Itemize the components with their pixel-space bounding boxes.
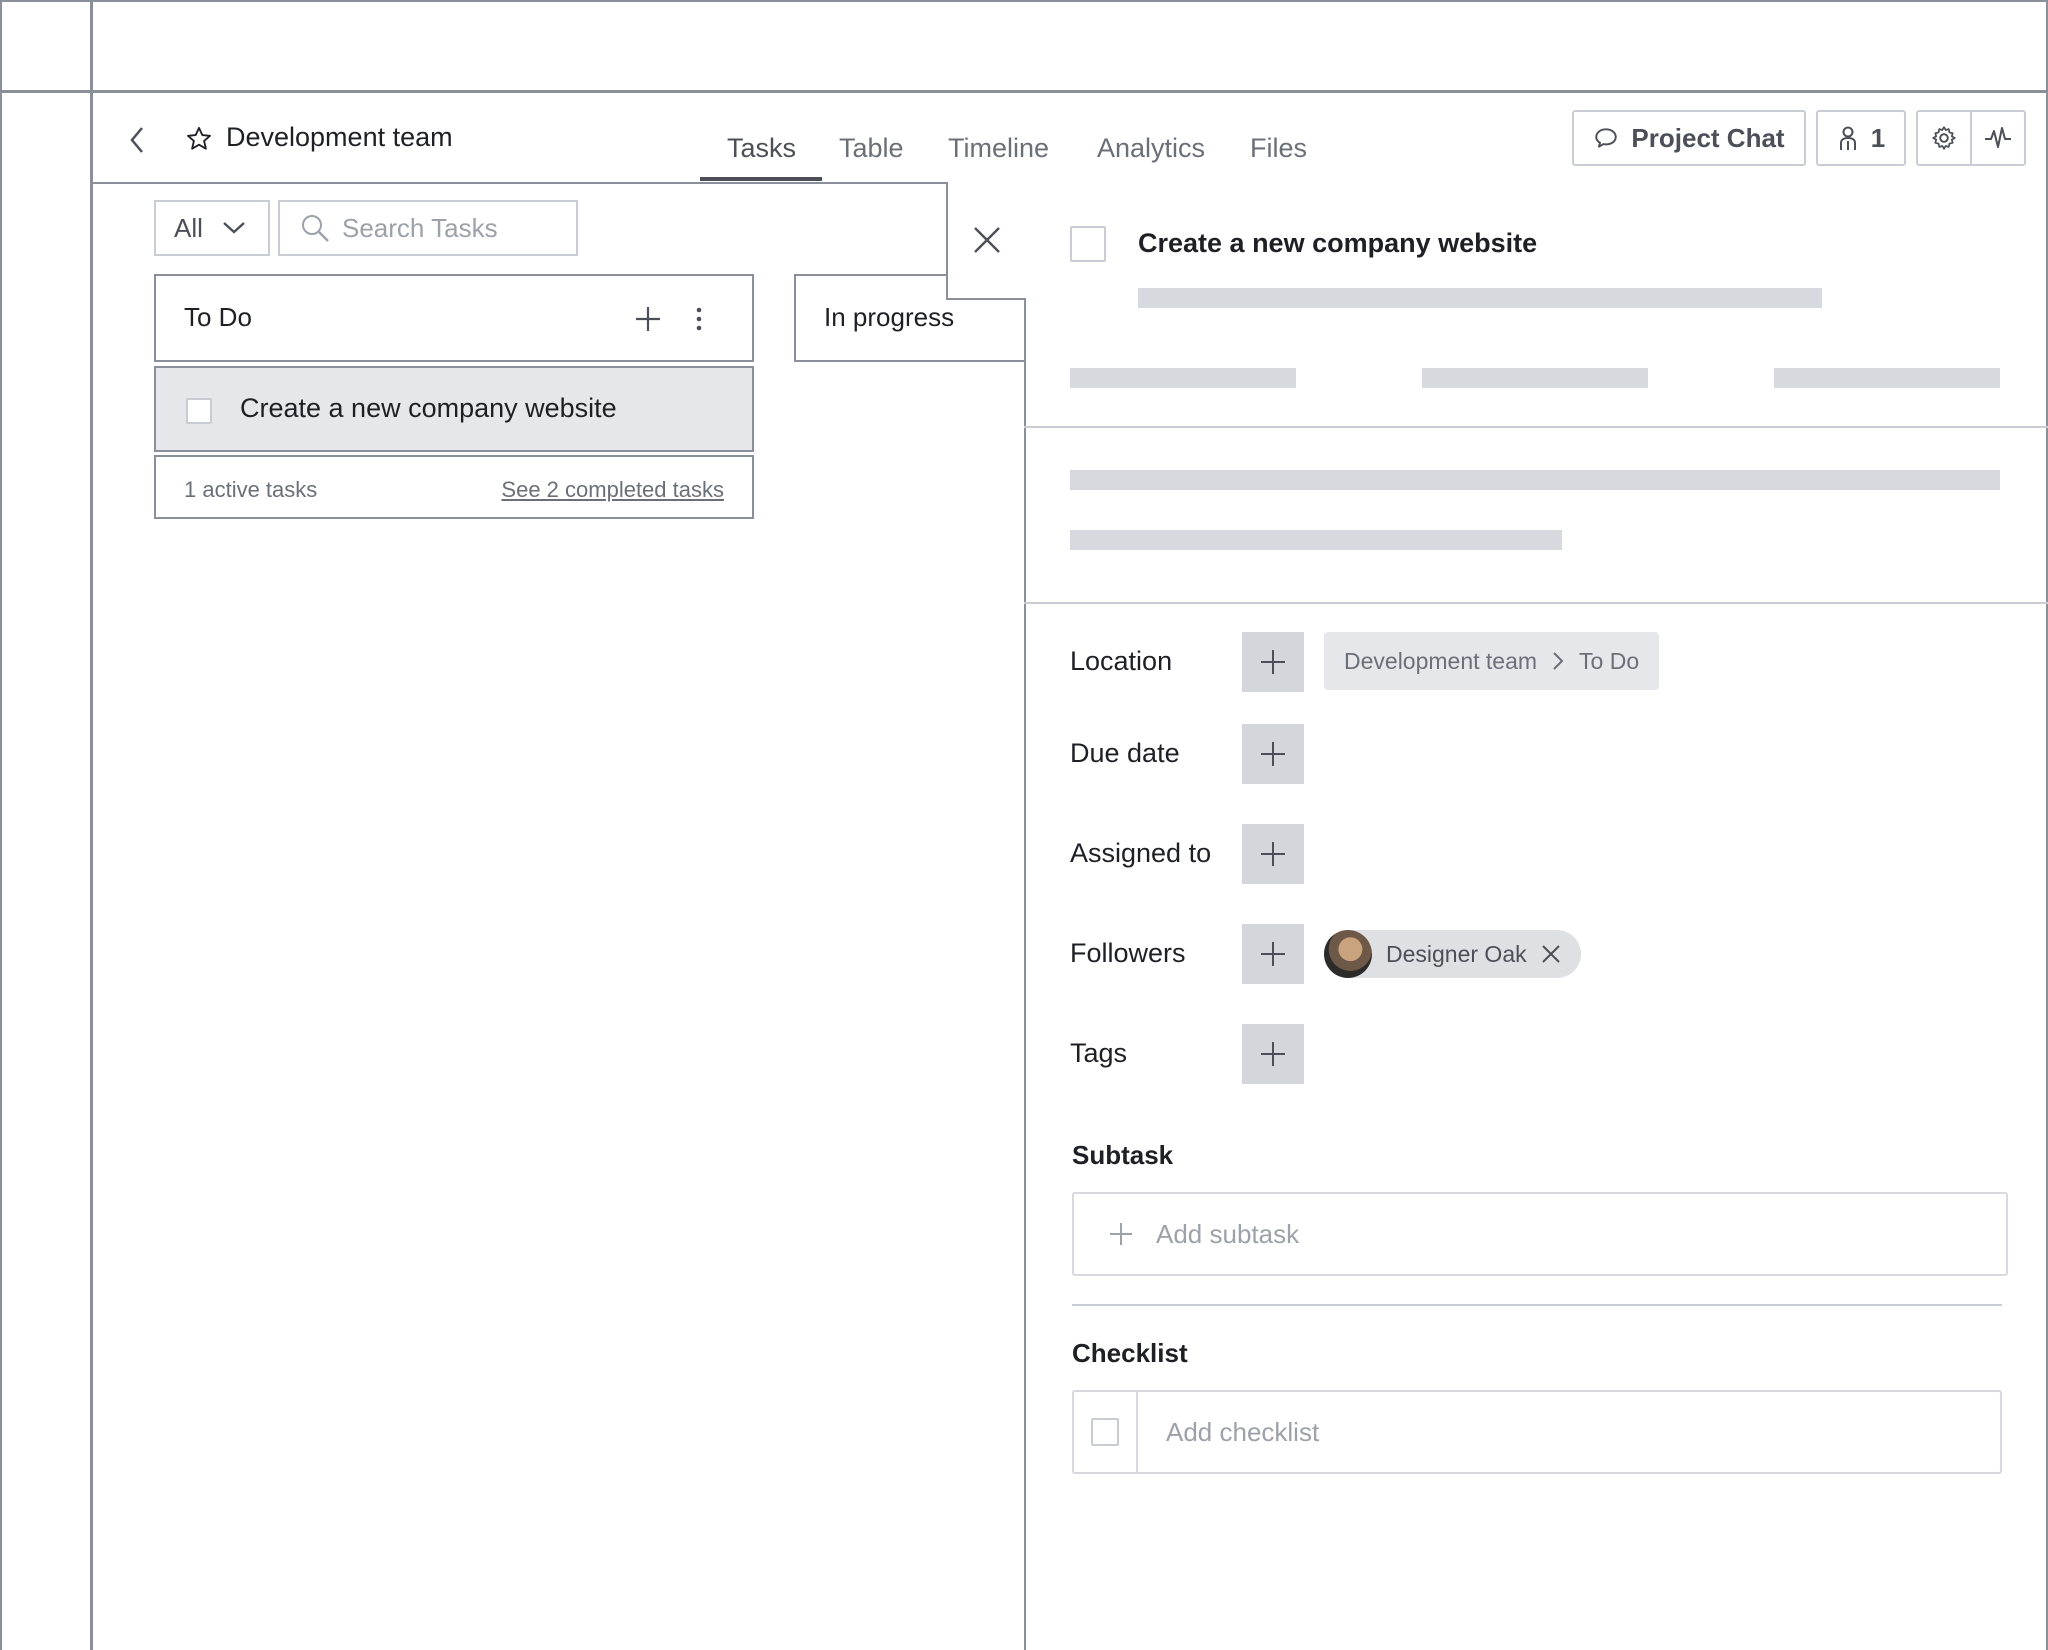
tab-timeline[interactable]: Timeline: [948, 133, 1049, 164]
active-tab-indicator: [700, 177, 822, 181]
search-icon: [302, 215, 329, 242]
add-tag-button[interactable]: [1242, 1024, 1304, 1084]
topbar-divider: [0, 90, 2048, 93]
checklist-checkbox-cell: [1074, 1392, 1138, 1472]
task-checkbox[interactable]: [186, 398, 212, 424]
add-checklist-placeholder: Add checklist: [1166, 1416, 1320, 1447]
tab-files[interactable]: Files: [1250, 133, 1307, 164]
skeleton-placeholder: [1422, 368, 1648, 388]
add-subtask-placeholder: Add subtask: [1156, 1218, 1300, 1249]
tab-analytics[interactable]: Analytics: [1097, 133, 1205, 164]
field-label-assigned-to: Assigned to: [1070, 838, 1212, 868]
column-menu-button[interactable]: [692, 304, 706, 334]
person-icon: [1839, 126, 1856, 150]
skeleton-placeholder: [1070, 530, 1562, 550]
members-count: 1: [1870, 122, 1886, 153]
location-breadcrumb[interactable]: Development team To Do: [1324, 632, 1660, 690]
plus-icon: [1261, 842, 1285, 866]
plus-icon: [636, 307, 660, 331]
panel-divider: [1024, 426, 2048, 428]
field-label-location: Location: [1070, 646, 1173, 676]
favorite-star-button[interactable]: [185, 125, 213, 153]
section-divider: [1072, 1304, 2002, 1306]
frame-left-border: [0, 0, 2, 1650]
close-icon: [1541, 945, 1560, 963]
chevron-left-icon: [130, 127, 143, 153]
column-title: To Do: [184, 302, 252, 332]
tab-tasks[interactable]: Tasks: [727, 133, 796, 164]
project-chat-button[interactable]: Project Chat: [1572, 110, 1806, 166]
frame-top-border: [0, 0, 2048, 2]
task-complete-checkbox[interactable]: [1070, 226, 1106, 262]
active-tasks-count: 1 active tasks: [184, 477, 318, 502]
skeleton-placeholder: [1070, 368, 1296, 388]
add-assignee-button[interactable]: [1242, 824, 1304, 884]
task-card-title: Create a new company website: [240, 393, 617, 423]
skeleton-placeholder: [1138, 288, 1822, 308]
skeleton-placeholder: [1070, 470, 2000, 490]
location-project: Development team: [1344, 647, 1538, 674]
column-footer: 1 active tasks See 2 completed tasks: [154, 455, 754, 519]
plus-icon: [1261, 1042, 1285, 1066]
column-header-todo: To Do: [154, 274, 754, 362]
chevron-down-icon: [223, 222, 245, 234]
add-follower-button[interactable]: [1242, 924, 1304, 984]
plus-icon: [1261, 942, 1285, 966]
checklist-checkbox[interactable]: [1091, 1418, 1119, 1446]
add-location-button[interactable]: [1242, 632, 1304, 692]
back-button[interactable]: [124, 124, 152, 156]
filter-value: All: [174, 212, 203, 243]
plus-icon: [1110, 1223, 1132, 1245]
search-placeholder: Search Tasks: [342, 212, 498, 243]
settings-button[interactable]: [1916, 110, 2026, 166]
activity-button[interactable]: [1972, 112, 2024, 164]
add-task-button[interactable]: [633, 304, 663, 334]
close-icon: [974, 227, 1000, 253]
search-input[interactable]: Search Tasks: [278, 200, 578, 256]
field-label-due-date: Due date: [1070, 738, 1180, 768]
subtask-section-title: Subtask: [1072, 1140, 1174, 1170]
panel-divider: [1024, 602, 2048, 604]
field-label-tags: Tags: [1070, 1038, 1128, 1068]
more-vertical-icon: [696, 307, 702, 331]
column-title: In progress: [824, 302, 955, 332]
gear-icon: [1932, 126, 1956, 150]
project-chat-label: Project Chat: [1631, 122, 1785, 153]
remove-follower-button[interactable]: [1541, 944, 1561, 964]
sidebar-divider: [90, 0, 93, 1650]
add-subtask-input[interactable]: Add subtask: [1072, 1192, 2008, 1276]
follower-name: Designer Oak: [1386, 940, 1527, 967]
members-button[interactable]: 1: [1816, 110, 1906, 166]
tab-table[interactable]: Table: [839, 133, 904, 164]
star-icon: [187, 126, 211, 150]
plus-icon: [1261, 650, 1285, 674]
plus-icon: [1261, 742, 1285, 766]
avatar: [1324, 930, 1372, 978]
chevron-right-icon: [1553, 652, 1564, 670]
add-due-date-button[interactable]: [1242, 724, 1304, 784]
chat-bubble-icon: [1595, 128, 1618, 148]
task-card[interactable]: Create a new company website: [154, 366, 754, 452]
checklist-section-title: Checklist: [1072, 1338, 1188, 1368]
activity-pulse-icon: [1985, 127, 2011, 148]
field-label-followers: Followers: [1070, 938, 1186, 968]
filter-dropdown[interactable]: All: [154, 200, 270, 256]
close-panel-button[interactable]: [946, 182, 1026, 300]
add-checklist-input[interactable]: Add checklist: [1072, 1390, 2002, 1474]
task-detail-title: Create a new company website: [1138, 228, 1538, 258]
follower-chip: Designer Oak: [1324, 930, 1581, 978]
see-completed-link[interactable]: See 2 completed tasks: [501, 477, 724, 503]
settings-gear[interactable]: [1918, 112, 1972, 164]
location-column: To Do: [1579, 647, 1640, 674]
project-title: Development team: [226, 122, 453, 152]
skeleton-placeholder: [1774, 368, 2000, 388]
